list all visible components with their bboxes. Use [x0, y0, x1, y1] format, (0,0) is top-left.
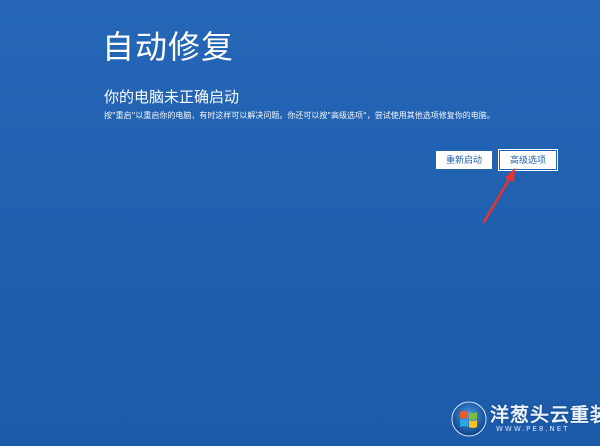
annotation-arrow-icon [482, 168, 515, 224]
page-subtitle: 你的电脑未正确启动 [104, 88, 240, 106]
advanced-options-button[interactable]: 高级选项 [498, 149, 558, 171]
description-text: 按"重启"以重启你的电脑，有时这样可以解决问题。你还可以按"高级选项"，尝试使用… [104, 111, 495, 120]
watermark: 洋葱头云重装 WWW.PE8.NET [450, 398, 600, 446]
watermark-name: 洋葱头云重装 [490, 404, 600, 426]
page-title: 自动修复 [102, 28, 235, 66]
watermark-url: WWW.PE8.NET [496, 425, 570, 433]
windows-logo-icon [451, 401, 487, 437]
recovery-screen: 自动修复 你的电脑未正确启动 按"重启"以重启你的电脑，有时这样可以解决问题。你… [0, 0, 600, 446]
restart-button[interactable]: 重新启动 [436, 151, 492, 169]
